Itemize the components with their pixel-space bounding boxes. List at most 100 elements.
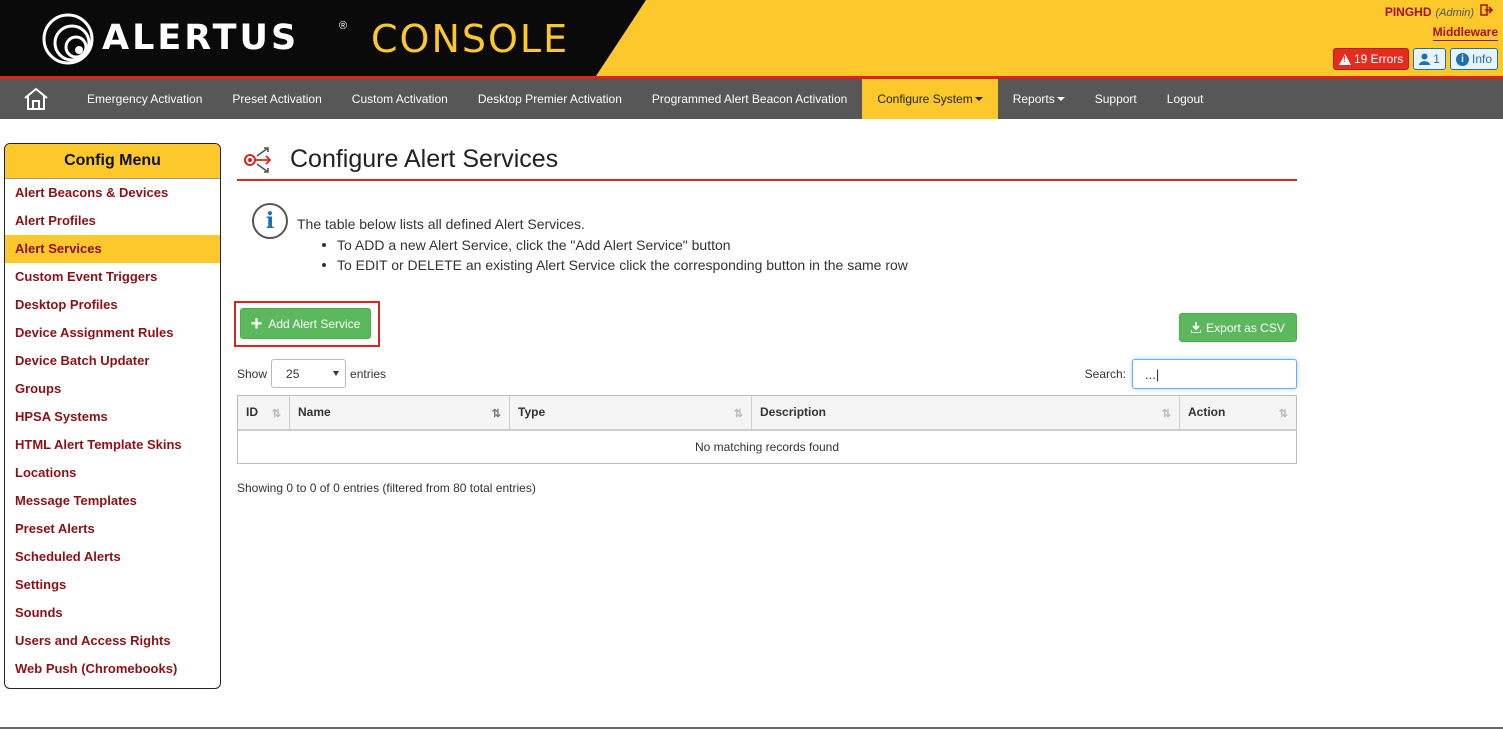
sort-icon: ⇅ xyxy=(1161,408,1171,420)
export-csv-button[interactable]: Export as CSV xyxy=(1179,313,1297,342)
chevron-down-icon xyxy=(333,371,340,376)
download-icon xyxy=(1191,322,1202,333)
username[interactable]: PINGHD xyxy=(1385,5,1432,19)
info-text: The table below lists all defined Alert … xyxy=(297,216,585,232)
sidebar-item-users-and-access-rights[interactable]: Users and Access Rights xyxy=(5,627,220,655)
sidebar-item-scheduled-alerts[interactable]: Scheduled Alerts xyxy=(5,543,220,571)
alert-services-icon xyxy=(244,146,272,173)
column-action-label: Action xyxy=(1188,405,1226,420)
info-badge[interactable]: i Info xyxy=(1449,48,1498,70)
sidebar-item-html-alert-template-skins[interactable]: HTML Alert Template Skins xyxy=(5,431,220,459)
nav-programmed-alert-beacon-activation[interactable]: Programmed Alert Beacon Activation xyxy=(637,79,862,119)
nav-emergency-activation[interactable]: Emergency Activation xyxy=(72,79,217,119)
home-icon xyxy=(24,87,48,110)
user-icon xyxy=(1419,53,1431,65)
home-button[interactable] xyxy=(0,79,72,119)
sidebar-item-custom-event-triggers[interactable]: Custom Event Triggers xyxy=(5,263,220,291)
sidebar-item-sounds[interactable]: Sounds xyxy=(5,599,220,627)
page-title: Configure Alert Services xyxy=(290,145,559,173)
table-info: Showing 0 to 0 of 0 entries (filtered fr… xyxy=(237,481,536,495)
nav-reports-label: Reports xyxy=(1012,92,1055,106)
column-id[interactable]: ID ⇅ xyxy=(237,395,290,431)
nav-reports[interactable]: Reports xyxy=(998,79,1080,119)
info-bullet: To EDIT or DELETE an existing Alert Serv… xyxy=(322,255,908,275)
sidebar-item-settings[interactable]: Settings xyxy=(5,571,220,599)
column-action[interactable]: Action ⇅ xyxy=(1179,395,1297,431)
entries-select[interactable]: 25 xyxy=(271,359,347,388)
logo-console-text: CONSOLE xyxy=(371,17,570,61)
sidebar-item-web-push-chromebooks[interactable]: Web Push (Chromebooks) xyxy=(5,655,220,683)
logout-icon[interactable] xyxy=(1480,4,1494,20)
info-icon: i xyxy=(252,203,288,239)
nav-preset-activation[interactable]: Preset Activation xyxy=(217,79,336,119)
nav-logout[interactable]: Logout xyxy=(1152,79,1219,119)
sidebar-item-message-templates[interactable]: Message Templates xyxy=(5,487,220,515)
add-alert-service-button[interactable]: + Add Alert Service xyxy=(240,308,371,339)
caret-down-icon xyxy=(1056,97,1065,101)
user-area: PINGHD (Admin) xyxy=(1385,4,1494,21)
nav-configure-system[interactable]: Configure System xyxy=(862,79,998,119)
sort-ascending-icon: ⇅ xyxy=(491,408,501,420)
main-navbar: Emergency Activation Preset Activation C… xyxy=(0,79,1503,119)
column-type-label: Type xyxy=(518,405,546,420)
main-content: Configure Alert Services i The table bel… xyxy=(234,140,1297,495)
sidebar-item-desktop-profiles[interactable]: Desktop Profiles xyxy=(5,291,220,319)
sidebar-item-device-batch-updater[interactable]: Device Batch Updater xyxy=(5,347,220,375)
sidebar-item-preset-alerts[interactable]: Preset Alerts xyxy=(5,515,220,543)
search-control: Search: xyxy=(1085,359,1297,389)
nav-custom-activation[interactable]: Custom Activation xyxy=(337,79,463,119)
table-row: No matching records found xyxy=(238,430,1297,464)
warning-icon xyxy=(1338,53,1351,65)
sidebar-item-alert-profiles[interactable]: Alert Profiles xyxy=(5,207,220,235)
config-menu: Config Menu Alert Beacons & Devices Aler… xyxy=(4,143,221,689)
column-description-label: Description xyxy=(760,405,827,420)
search-label: Search: xyxy=(1084,367,1126,381)
caret-down-icon xyxy=(974,97,983,101)
errors-badge[interactable]: 19 Errors xyxy=(1332,48,1410,70)
column-description[interactable]: Description ⇅ xyxy=(751,395,1180,431)
nav-support[interactable]: Support xyxy=(1080,79,1152,119)
entries-label: entries xyxy=(350,366,387,381)
info-bullet: To ADD a new Alert Service, click the "A… xyxy=(322,235,908,255)
sort-icon: ⇅ xyxy=(1278,408,1288,420)
users-badge[interactable]: 1 xyxy=(1413,48,1446,70)
sidebar-item-alert-beacons-devices[interactable]: Alert Beacons & Devices xyxy=(5,179,220,207)
middleware-link[interactable]: Middleware xyxy=(1432,24,1498,41)
sidebar-item-groups[interactable]: Groups xyxy=(5,375,220,403)
search-input[interactable] xyxy=(1132,359,1297,389)
info-circle-icon: i xyxy=(1455,52,1469,66)
logo-text: ALERTUS xyxy=(102,18,300,58)
sort-icon: ⇅ xyxy=(271,408,281,420)
entries-value: 25 xyxy=(286,366,300,381)
column-id-label: ID xyxy=(246,405,258,420)
nav-configure-system-label: Configure System xyxy=(877,92,973,106)
alertus-logo-icon xyxy=(42,13,94,65)
add-alert-service-label: Add Alert Service xyxy=(268,316,361,331)
page-length-control: Show 25 entries xyxy=(237,359,386,388)
sort-icon: ⇅ xyxy=(733,408,743,420)
column-type[interactable]: Type ⇅ xyxy=(509,395,752,431)
plus-icon: + xyxy=(250,312,263,335)
column-name[interactable]: Name ⇅ xyxy=(289,395,510,431)
sidebar-item-hpsa-systems[interactable]: HPSA Systems xyxy=(5,403,220,431)
empty-message: No matching records found xyxy=(694,439,840,454)
page-header: Configure Alert Services xyxy=(237,140,1297,181)
show-label: Show xyxy=(237,366,268,381)
info-label: Info xyxy=(1471,52,1492,66)
users-count: 1 xyxy=(1433,52,1440,66)
info-bullets: To ADD a new Alert Service, click the "A… xyxy=(322,235,908,275)
app-header: ALERTUS ® CONSOLE PINGHD (Admin) Middlewa… xyxy=(0,0,1503,76)
alert-services-table: ID ⇅ Name ⇅ Type ⇅ Description ⇅ Action ⇅ No … xyxy=(237,395,1297,464)
sidebar-item-device-assignment-rules[interactable]: Device Assignment Rules xyxy=(5,319,220,347)
sidebar-item-alert-services[interactable]: Alert Services xyxy=(5,235,220,263)
header-badges: 19 Errors 1 i Info xyxy=(1332,48,1498,70)
logo-registered-mark: ® xyxy=(339,20,348,32)
table-header-row: ID ⇅ Name ⇅ Type ⇅ Description ⇅ Action ⇅ xyxy=(237,395,1297,431)
errors-label: 19 Errors xyxy=(1353,52,1404,66)
user-role: (Admin) xyxy=(1435,7,1474,19)
nav-desktop-premier-activation[interactable]: Desktop Premier Activation xyxy=(463,79,637,119)
column-name-label: Name xyxy=(298,405,331,420)
export-csv-label: Export as CSV xyxy=(1206,320,1285,335)
sidebar-item-locations[interactable]: Locations xyxy=(5,459,220,487)
footer-divider xyxy=(0,727,1503,729)
